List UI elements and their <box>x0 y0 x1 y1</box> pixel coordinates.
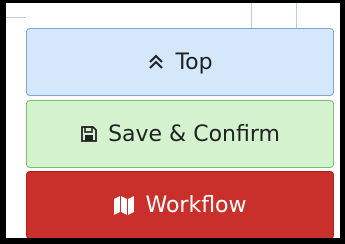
scroll-to-top-label: Top <box>175 49 213 75</box>
scroll-to-top-button[interactable]: Top <box>26 28 334 96</box>
double-chevron-up-icon <box>147 53 165 71</box>
background-grid-line <box>251 3 252 28</box>
save-confirm-button[interactable]: Save & Confirm <box>26 100 334 168</box>
workflow-label: Workflow <box>145 192 247 218</box>
background-grid-line <box>6 17 26 18</box>
floating-action-panel: Top Save & Confirm Workflow <box>0 0 345 244</box>
map-icon <box>113 195 135 215</box>
workflow-button[interactable]: Workflow <box>26 171 334 238</box>
background-grid-line <box>296 3 297 28</box>
save-confirm-label: Save & Confirm <box>108 121 280 147</box>
floppy-disk-icon <box>80 125 98 143</box>
